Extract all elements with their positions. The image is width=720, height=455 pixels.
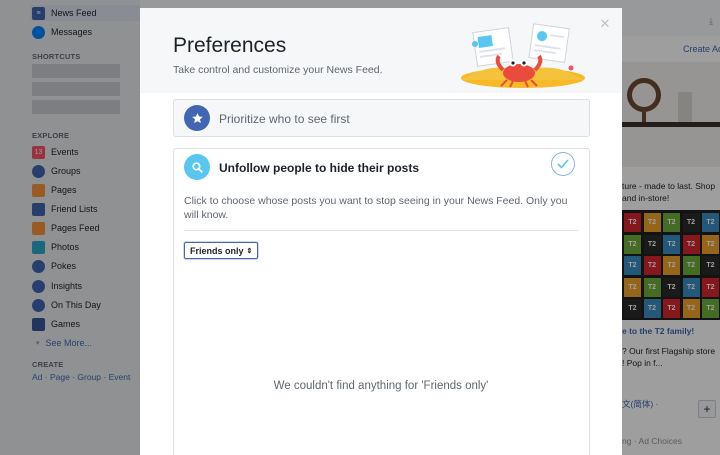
select-value: Friends only: [190, 245, 244, 256]
option-description: Click to choose whose posts you want to …: [184, 195, 568, 221]
preferences-dialog: ✕ Preferences Take control and customize…: [140, 8, 622, 455]
empty-state-message: We couldn't find anything for 'Friends o…: [273, 380, 489, 392]
close-icon[interactable]: ✕: [599, 17, 611, 30]
option-label: Prioritize who to see first: [219, 112, 350, 126]
checkmark-icon[interactable]: [551, 152, 575, 176]
option-label[interactable]: Unfollow people to hide their posts: [219, 161, 419, 175]
dialog-title: Preferences: [173, 34, 287, 57]
sort-arrows-icon: ⇕: [246, 247, 253, 255]
option-prioritize[interactable]: Prioritize who to see first: [173, 99, 590, 137]
dialog-subtitle: Take control and customize your News Fee…: [173, 64, 383, 76]
divider: [184, 230, 578, 231]
search-icon: [184, 154, 210, 180]
friends-filter-select[interactable]: Friends only ⇕: [184, 242, 259, 259]
crab-illustration: [461, 23, 585, 88]
star-icon: [184, 105, 210, 131]
